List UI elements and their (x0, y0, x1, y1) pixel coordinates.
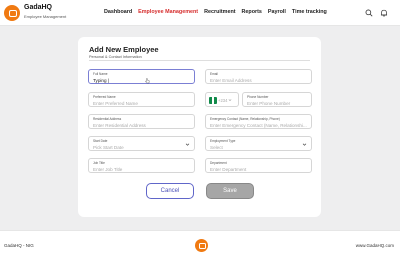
emergency-contact-input[interactable]: Enter Emergency Contact (Name, Relations… (210, 123, 307, 128)
residential-address-label: Residential Address (93, 116, 122, 121)
start-date-input[interactable]: Pick Start Date (93, 145, 124, 150)
phone-field[interactable]: Phone Number Enter Phone Number (242, 92, 312, 107)
nav-reports[interactable]: Reports (242, 9, 262, 15)
emergency-contact-field[interactable]: Emergency Contact (Name, Relationship, P… (205, 114, 312, 129)
start-date-label: Start Date (93, 138, 108, 143)
department-label: Department (210, 160, 227, 165)
footer-logo (195, 239, 208, 252)
email-field[interactable]: Email Enter Email Address (205, 69, 312, 84)
preferred-name-label: Preferred Name (93, 94, 116, 99)
footer-website-link[interactable]: www.GadaHQ.com (356, 243, 394, 248)
job-title-label: Job Title (93, 160, 105, 165)
nav-time-tracking[interactable]: Time tracking (292, 9, 327, 15)
start-date-field[interactable]: Start Date Pick Start Date (88, 136, 195, 151)
preferred-name-input[interactable]: Enter Preferred Name (93, 101, 138, 106)
department-input[interactable]: Enter Department (210, 167, 246, 172)
chevron-down-icon[interactable] (185, 142, 190, 147)
top-navbar: GadaHQ Employee Management Dashboard Emp… (0, 0, 400, 26)
nav-recruitment[interactable]: Recruitment (204, 9, 235, 15)
country-code-select[interactable]: +234 (205, 92, 239, 107)
save-button[interactable]: Save (206, 183, 254, 199)
full-name-label: Full Name (93, 71, 108, 76)
phone-input[interactable]: Enter Phone Number (247, 101, 290, 106)
phone-label: Phone Number (247, 94, 269, 99)
divider (89, 60, 310, 61)
cancel-button[interactable]: Cancel (146, 183, 194, 199)
footer-company: GadaHQ - NIG (4, 243, 34, 248)
residential-address-input[interactable]: Enter Residential Address (93, 123, 146, 128)
form-subtitle: Personal & Contact Information (89, 55, 142, 59)
nav-payroll[interactable]: Payroll (268, 9, 286, 15)
nav-dashboard[interactable]: Dashboard (104, 9, 132, 15)
nav-employee-management[interactable]: Employee Management (138, 9, 198, 15)
employment-type-select[interactable]: Employment Type Select (205, 136, 312, 151)
gadahq-logo[interactable] (4, 5, 20, 21)
employment-type-value[interactable]: Select (210, 145, 223, 150)
full-name-input[interactable]: Typing | (93, 78, 109, 83)
bell-icon[interactable] (380, 9, 388, 17)
search-icon[interactable] (365, 9, 373, 17)
brand-subtitle: Employee Management (24, 14, 67, 19)
chevron-down-icon (228, 99, 232, 101)
country-code: +234 (218, 98, 228, 103)
emergency-contact-label: Emergency Contact (Name, Relationship, P… (210, 116, 280, 121)
main-nav: Dashboard Employee Management Recruitmen… (104, 9, 327, 15)
job-title-field[interactable]: Job Title Enter Job Title (88, 158, 195, 173)
email-label: Email (210, 71, 218, 76)
residential-address-field[interactable]: Residential Address Enter Residential Ad… (88, 114, 195, 129)
email-input[interactable]: Enter Email Address (210, 78, 252, 83)
job-title-input[interactable]: Enter Job Title (93, 167, 122, 172)
form-title: Add New Employee (89, 45, 159, 54)
full-name-field[interactable]: Full Name Typing | (88, 69, 195, 84)
hand-cursor-icon (145, 78, 150, 84)
employment-type-label: Employment Type (210, 138, 236, 143)
brand-name: GadaHQ (24, 4, 53, 11)
add-employee-card: Add New Employee Personal & Contact Info… (78, 37, 321, 217)
department-field[interactable]: Department Enter Department (205, 158, 312, 173)
footer: GadaHQ - NIG www.GadaHQ.com (0, 230, 400, 260)
preferred-name-field[interactable]: Preferred Name Enter Preferred Name (88, 92, 195, 107)
nigeria-flag-icon (209, 96, 217, 104)
chevron-down-icon[interactable] (302, 142, 307, 147)
